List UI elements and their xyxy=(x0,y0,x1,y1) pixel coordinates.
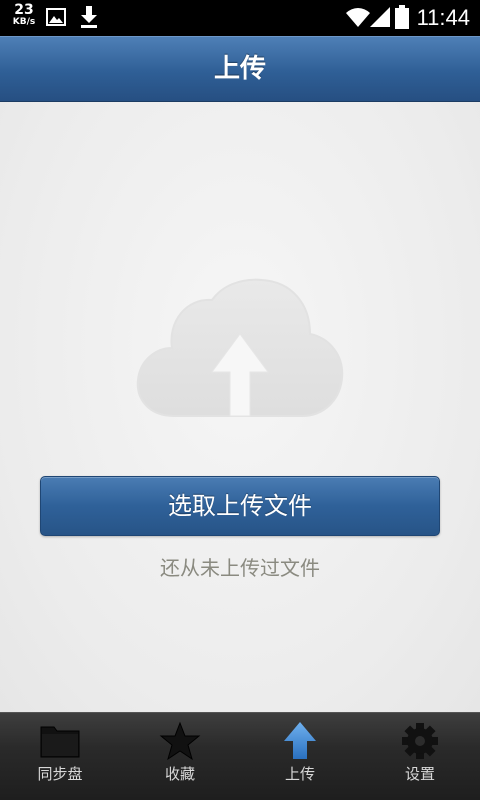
tab-upload[interactable]: 上传 xyxy=(240,713,360,800)
empty-upload-hint: 还从未上传过文件 xyxy=(160,556,320,580)
tab-label-sync-disk: 同步盘 xyxy=(37,765,83,783)
wifi-icon xyxy=(346,8,370,27)
upload-arrow-icon xyxy=(284,722,316,759)
tab-favorites[interactable]: 收藏 xyxy=(120,713,240,800)
folder-icon xyxy=(40,726,80,758)
bottom-tab-bar: 同步盘 收藏 上传 设置 xyxy=(0,712,480,800)
tab-sync-disk[interactable]: 同步盘 xyxy=(0,713,120,800)
gear-icon xyxy=(402,723,438,759)
clock: 11:44 xyxy=(416,5,470,30)
network-speed-value: 23 xyxy=(14,2,34,18)
network-speed-indicator: 23 KB/s xyxy=(10,3,38,27)
tab-label-upload: 上传 xyxy=(284,765,315,783)
image-icon xyxy=(46,8,66,26)
signal-icon xyxy=(370,7,390,27)
title-bar: 上传 xyxy=(0,36,480,102)
page-title: 上传 xyxy=(213,54,266,84)
cloud-upload-icon xyxy=(136,278,344,417)
download-icon xyxy=(81,6,97,28)
upload-content-area: 选取上传文件 还从未上传过文件 xyxy=(0,102,480,712)
battery-icon xyxy=(395,5,409,29)
star-icon xyxy=(159,721,201,761)
tab-settings[interactable]: 设置 xyxy=(360,713,480,800)
select-upload-file-button[interactable]: 选取上传文件 xyxy=(40,476,440,536)
network-speed-unit: KB/s xyxy=(12,17,36,27)
status-bar: 23 KB/s 11:44 xyxy=(0,0,480,36)
tab-label-settings: 设置 xyxy=(404,765,435,783)
tab-label-favorites: 收藏 xyxy=(164,765,195,783)
